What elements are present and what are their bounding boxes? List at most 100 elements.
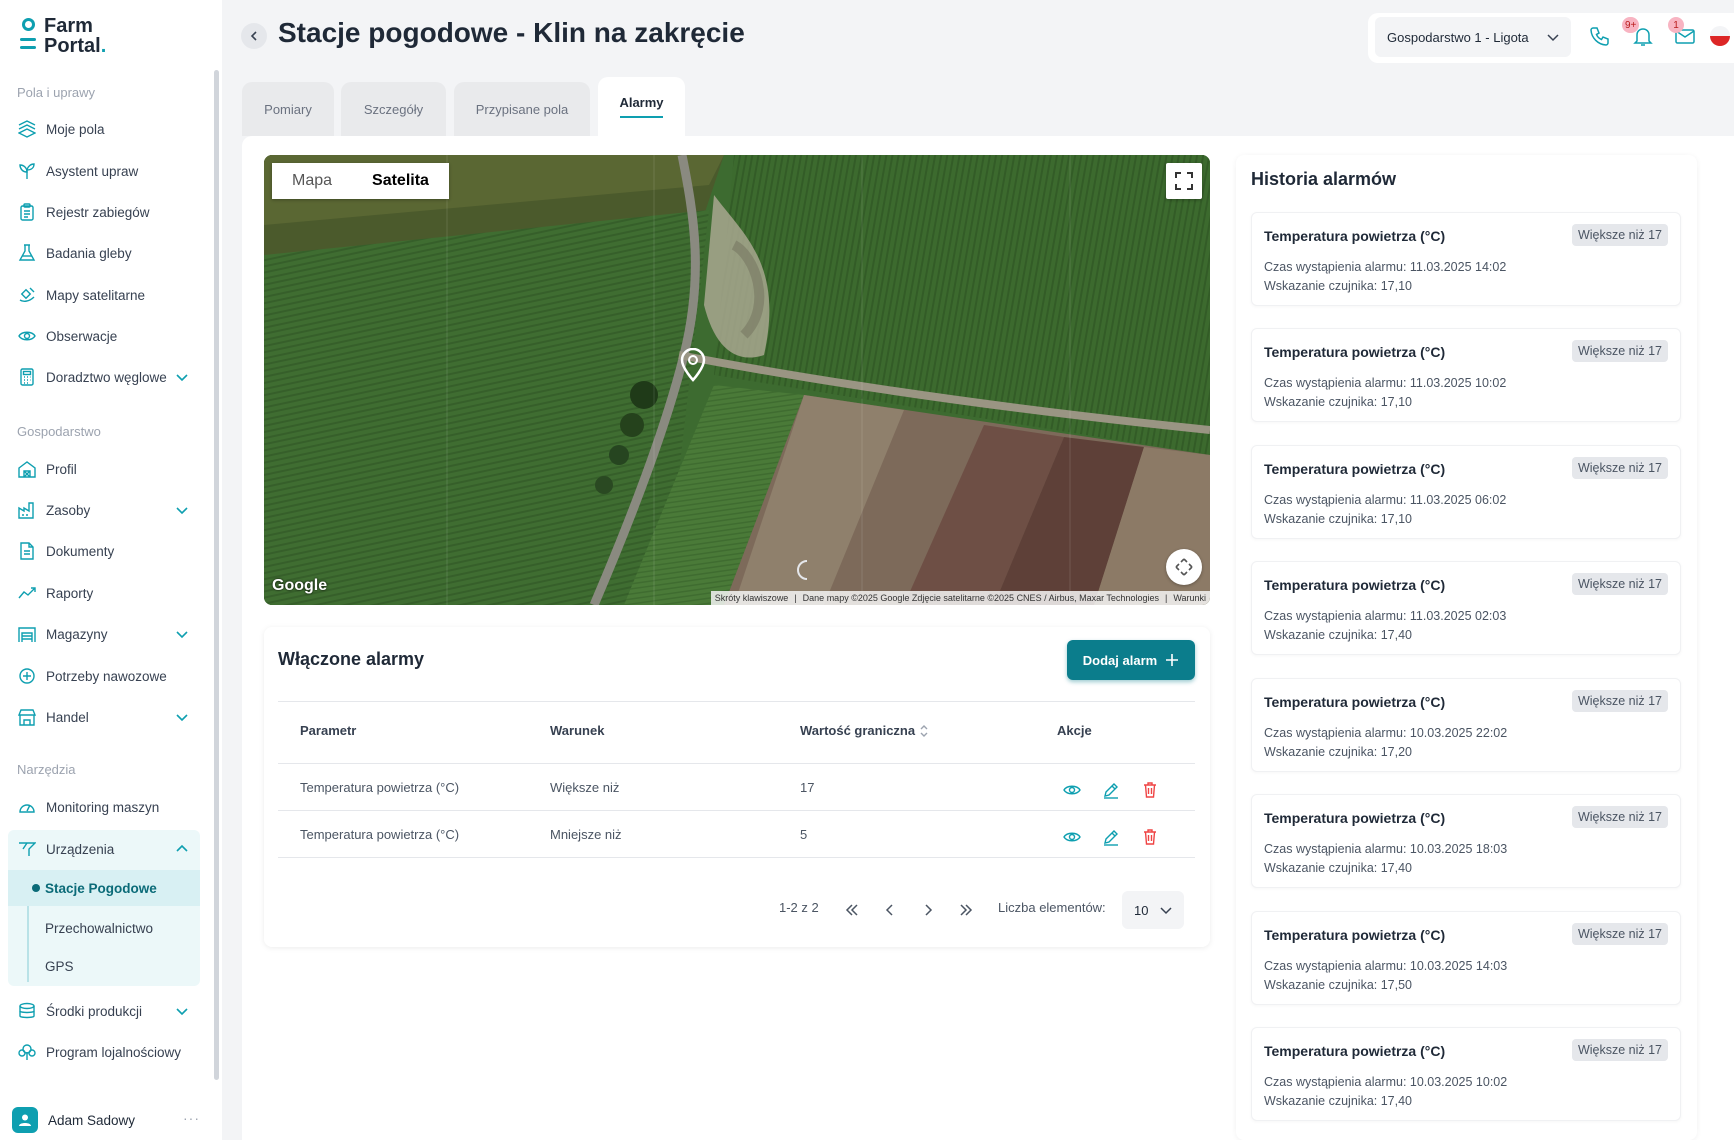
- sidebar-item-program-lojalnosciowy[interactable]: Program lojalnościowy: [8, 1035, 200, 1069]
- sidebar: Farm Portal. Pola i uprawy Moje pola Asy…: [0, 0, 222, 1140]
- column-header-parameter: Parametr: [300, 723, 357, 738]
- tab-pomiary[interactable]: Pomiary: [242, 82, 334, 136]
- alarm-history-item: Temperatura powietrza (°C) Większe niż 1…: [1251, 328, 1681, 422]
- history-item-time: Czas wystąpienia alarmu: 11.03.2025 06:0…: [1264, 493, 1507, 507]
- sidebar-item-zasoby[interactable]: Zasoby: [8, 493, 200, 527]
- divider: [278, 810, 1195, 811]
- warehouse-icon: [18, 625, 36, 643]
- sidebar-item-rejestr-zabiegow[interactable]: Rejestr zabiegów: [8, 195, 200, 229]
- history-item-time: Czas wystąpienia alarmu: 10.03.2025 22:0…: [1264, 726, 1508, 740]
- tab-label: Szczegóły: [363, 101, 424, 117]
- history-item-condition-tag: Większe niż 17: [1571, 923, 1668, 945]
- satellite-map[interactable]: Mapa Satelita Google Skróty klawiszowe |…: [264, 155, 1210, 605]
- database-icon: [18, 1002, 36, 1020]
- first-page-icon[interactable]: [844, 902, 860, 918]
- sidebar-item-handel[interactable]: Handel: [8, 700, 200, 734]
- fullscreen-button[interactable]: [1166, 163, 1202, 199]
- alarm-history-item: Temperatura powietrza (°C) Większe niż 1…: [1251, 1027, 1681, 1121]
- history-item-reading: Wskazanie czujnika: 17,10: [1264, 512, 1412, 526]
- map-type-toggle: Mapa Satelita: [272, 163, 449, 199]
- sidebar-item-urzadzenia[interactable]: Urządzenia: [8, 832, 200, 866]
- farm-select-value: Gospodarstwo 1 - Ligota: [1387, 29, 1529, 45]
- tab-alarmy[interactable]: Alarmy: [598, 77, 685, 136]
- edit-icon[interactable]: [1102, 828, 1120, 846]
- chevron-down-icon: [174, 626, 190, 642]
- section-label-farm: Gospodarstwo: [17, 424, 101, 439]
- flag-pl-icon[interactable]: [1710, 26, 1730, 46]
- sidebar-item-srodki-produkcji[interactable]: Środki produkcji: [8, 994, 200, 1028]
- map-type-map-button[interactable]: Mapa: [272, 163, 352, 199]
- keyboard-shortcuts-link[interactable]: Skróty klawiszowe: [715, 593, 789, 603]
- sidebar-item-label: Zasoby: [46, 502, 91, 518]
- farmportal-logo[interactable]: Farm Portal.: [20, 16, 106, 56]
- cell-parameter: Temperatura powietrza (°C): [300, 780, 460, 795]
- add-alarm-button[interactable]: Dodaj alarm: [1067, 640, 1195, 680]
- sidebar-scrollbar[interactable]: [214, 70, 219, 1080]
- delete-icon[interactable]: [1141, 781, 1159, 799]
- history-item-title: Temperatura powietrza (°C): [1264, 577, 1446, 593]
- sidebar-item-label: Moje pola: [46, 121, 105, 137]
- alarm-history-title: Historia alarmów: [1251, 169, 1397, 189]
- fullscreen-icon: [1175, 172, 1193, 190]
- sidebar-item-label: Program lojalnościowy: [46, 1044, 182, 1060]
- section-label-fields: Pola i uprawy: [17, 85, 96, 100]
- sidebar-subitem-gps[interactable]: GPS: [8, 948, 200, 984]
- field-icon: [18, 120, 36, 138]
- column-header-actions: Akcje: [1057, 723, 1092, 738]
- prev-page-icon[interactable]: [882, 902, 898, 918]
- history-item-reading: Wskazanie czujnika: 17,10: [1264, 279, 1412, 293]
- sidebar-subitem-przechowalnictwo[interactable]: Przechowalnictwo: [8, 910, 200, 946]
- tab-szczegoly[interactable]: Szczegóły: [341, 82, 446, 136]
- sidebar-item-moje-pola[interactable]: Moje pola: [8, 112, 200, 146]
- view-icon[interactable]: [1063, 781, 1081, 799]
- phone-icon[interactable]: [1589, 25, 1611, 47]
- map-type-satellite-button[interactable]: Satelita: [352, 163, 449, 199]
- messages-badge: 1: [1668, 17, 1684, 33]
- sidebar-subitem-stacje-pogodowe[interactable]: Stacje Pogodowe: [8, 870, 200, 906]
- sidebar-item-mapy-satelitarne[interactable]: Mapy satelitarne: [8, 278, 200, 312]
- tab-przypisane-pola[interactable]: Przypisane pola: [454, 82, 590, 136]
- history-item-title: Temperatura powietrza (°C): [1264, 344, 1446, 360]
- avatar: [12, 1107, 38, 1133]
- sidebar-item-asystent-upraw[interactable]: Asystent upraw: [8, 154, 200, 188]
- sidebar-item-label: Handel: [46, 709, 89, 725]
- sidebar-item-dokumenty[interactable]: Dokumenty: [8, 534, 200, 568]
- user-menu[interactable]: Adam Sadowy ···: [12, 1104, 204, 1136]
- chevron-down-icon: [174, 369, 190, 385]
- last-page-icon[interactable]: [958, 902, 974, 918]
- edit-icon[interactable]: [1102, 781, 1120, 799]
- user-name: Adam Sadowy: [48, 1112, 136, 1128]
- view-icon[interactable]: [1063, 828, 1081, 846]
- sidebar-item-profil[interactable]: Profil: [8, 452, 200, 486]
- back-button[interactable]: [241, 23, 267, 49]
- next-page-icon[interactable]: [920, 902, 936, 918]
- sidebar-item-magazyny[interactable]: Magazyny: [8, 617, 200, 651]
- history-item-reading: Wskazanie czujnika: 17,40: [1264, 861, 1412, 875]
- column-header-threshold[interactable]: Wartość graniczna: [800, 723, 929, 738]
- farm-select[interactable]: Gospodarstwo 1 - Ligota: [1375, 17, 1571, 57]
- map-attribution: Skróty klawiszowe | Dane mapy ©2025 Goog…: [710, 591, 1210, 605]
- history-item-title: Temperatura powietrza (°C): [1264, 810, 1446, 826]
- sidebar-item-monitoring-maszyn[interactable]: Monitoring maszyn: [8, 790, 200, 824]
- sidebar-item-doradztwo-weglowe[interactable]: Doradztwo węglowe: [8, 360, 200, 394]
- more-icon[interactable]: ···: [183, 1110, 200, 1126]
- station-marker-icon[interactable]: [680, 348, 706, 382]
- history-item-time: Czas wystąpienia alarmu: 11.03.2025 14:0…: [1264, 260, 1507, 274]
- sidebar-item-obserwacje[interactable]: Obserwacje: [8, 319, 200, 353]
- divider: [278, 763, 1195, 764]
- subitem-label: Stacje Pogodowe: [45, 880, 157, 896]
- alarm-history-item: Temperatura powietrza (°C) Większe niż 1…: [1251, 911, 1681, 1005]
- delete-icon[interactable]: [1141, 828, 1159, 846]
- enabled-alarms-card: Włączone alarmy Dodaj alarm Parametr War…: [264, 627, 1210, 947]
- history-item-title: Temperatura powietrza (°C): [1264, 1043, 1446, 1059]
- sidebar-item-potrzeby-nawozowe[interactable]: Potrzeby nawozowe: [8, 659, 200, 693]
- map-camera-control[interactable]: [1166, 549, 1202, 585]
- per-page-select[interactable]: 10: [1122, 891, 1184, 929]
- sidebar-item-label: Obserwacje: [46, 328, 118, 344]
- barn-icon: [18, 460, 36, 478]
- terms-link[interactable]: Warunki: [1173, 593, 1206, 603]
- cell-condition: Większe niż: [550, 780, 620, 795]
- sidebar-item-raporty[interactable]: Raporty: [8, 576, 200, 610]
- sidebar-item-badania-gleby[interactable]: Badania gleby: [8, 236, 200, 270]
- cell-threshold: 17: [800, 780, 815, 795]
